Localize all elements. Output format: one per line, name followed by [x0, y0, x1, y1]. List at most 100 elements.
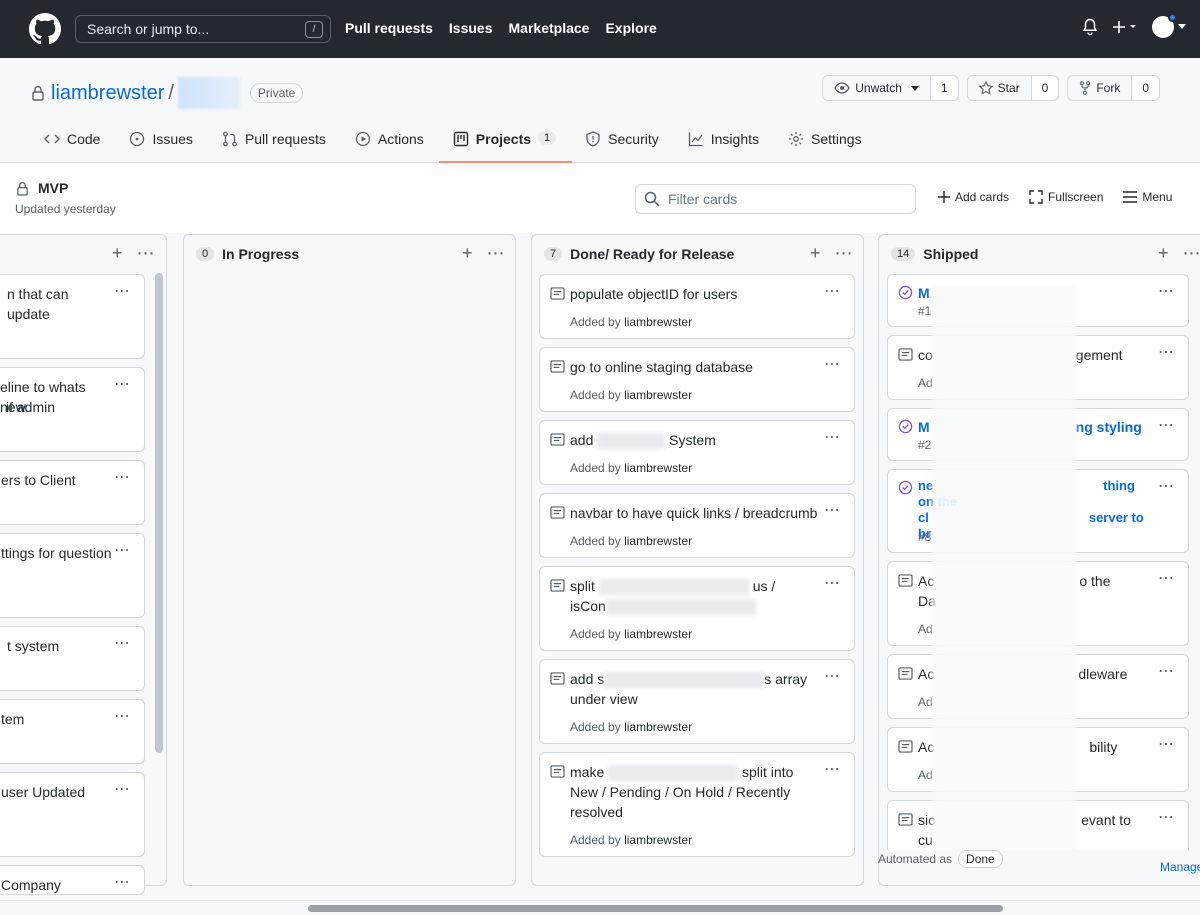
more-icon[interactable]: ⋯ [835, 244, 853, 262]
nav-marketplace[interactable]: Marketplace [509, 20, 590, 36]
card-added-by: Ad [918, 622, 933, 636]
global-search-input[interactable]: Search or jump to... / [75, 15, 331, 43]
more-icon[interactable]: ⋯ [114, 281, 130, 301]
card[interactable]: eline to whats new if admin ⋯ [0, 367, 145, 452]
more-icon[interactable]: ⋯ [824, 354, 840, 374]
more-icon[interactable]: ⋯ [114, 540, 130, 560]
repo-owner-link[interactable]: liambrewster [51, 82, 164, 105]
more-icon[interactable]: ⋯ [824, 759, 840, 779]
repo-tabs: Code Issues Pull requests Actions Projec… [44, 126, 891, 163]
added-by-user[interactable]: liambrewster [624, 388, 692, 402]
added-by-user[interactable]: liambrewster [624, 315, 692, 329]
more-icon[interactable]: ⋯ [1158, 661, 1174, 681]
card-added-by: Added by liambrewster [570, 388, 692, 402]
nav-pull-requests[interactable]: Pull requests [345, 20, 433, 36]
tab-settings[interactable]: Settings [788, 126, 877, 163]
fork-count[interactable]: 0 [1131, 76, 1159, 100]
more-icon[interactable]: ⋯ [1158, 734, 1174, 754]
more-icon[interactable]: ⋯ [114, 779, 130, 799]
plus-dropdown-icon[interactable] [1112, 19, 1138, 35]
card[interactable]: navbar to have quick links / breadcrumb … [539, 493, 855, 558]
add-card-icon[interactable]: + [462, 244, 473, 262]
nav-explore[interactable]: Explore [605, 20, 656, 36]
more-icon[interactable]: ⋯ [824, 427, 840, 447]
card[interactable]: split us / isCon Added by liambrewster ⋯ [539, 566, 855, 651]
nav-issues[interactable]: Issues [449, 20, 493, 36]
fullscreen-button[interactable]: Fullscreen [1029, 190, 1103, 204]
watch-count[interactable]: 1 [929, 76, 958, 100]
more-icon[interactable]: ⋯ [114, 467, 130, 487]
card[interactable]: user Updated ⋯ [0, 772, 145, 857]
card[interactable]: add s s array under view Added by liambrew… [539, 659, 855, 744]
tab-actions[interactable]: Actions [355, 126, 439, 163]
tab-issues[interactable]: Issues [129, 126, 207, 163]
card[interactable]: populate objectID for users Added by lia… [539, 274, 855, 339]
tab-insights[interactable]: Insights [688, 126, 774, 163]
card-text-c: cu [918, 832, 933, 848]
more-icon[interactable]: ⋯ [1158, 415, 1174, 435]
more-icon[interactable]: ⋯ [824, 500, 840, 520]
unwatch-button[interactable]: Unwatch [823, 76, 930, 100]
card[interactable]: Company ⋯ [0, 865, 145, 895]
column-count: 0 [196, 247, 215, 261]
more-icon[interactable]: ⋯ [1158, 807, 1174, 827]
more-icon[interactable]: ⋯ [824, 281, 840, 301]
more-icon[interactable]: ⋯ [824, 666, 840, 686]
more-icon[interactable]: ⋯ [137, 244, 155, 262]
more-icon[interactable]: ⋯ [1158, 568, 1174, 588]
manage-automation-link[interactable]: Manage [1160, 860, 1200, 874]
added-by-user[interactable]: liambrewster [624, 627, 692, 641]
added-by-user[interactable]: liambrewster [624, 720, 692, 734]
card[interactable]: n that can update ⋯ [0, 274, 145, 359]
add-card-icon[interactable]: + [810, 244, 821, 262]
more-icon[interactable]: ⋯ [1158, 281, 1174, 301]
more-icon[interactable]: ⋯ [114, 872, 130, 892]
tab-label: Actions [377, 131, 424, 147]
column-controls: + ⋯ [810, 244, 853, 262]
avatar-menu[interactable] [1152, 13, 1186, 38]
added-by-user[interactable]: liambrewster [624, 461, 692, 475]
github-logo-icon[interactable] [29, 13, 61, 45]
star-button[interactable]: Star [968, 76, 1031, 100]
repo-header: liambrewster / Private Unwatch 1 Star 0 … [0, 58, 1200, 163]
tab-pull-requests[interactable]: Pull requests [222, 126, 341, 163]
tab-projects[interactable]: Projects 1 [438, 126, 573, 163]
repo-name-link[interactable] [177, 77, 240, 109]
plus-icon [938, 191, 950, 203]
card[interactable]: add System Added by liambrewster ⋯ [539, 420, 855, 485]
add-card-icon[interactable]: + [112, 244, 123, 262]
star-count[interactable]: 0 [1030, 76, 1059, 100]
more-icon[interactable]: ⋯ [824, 573, 840, 593]
more-icon[interactable]: ⋯ [114, 633, 130, 653]
bell-icon[interactable] [1082, 18, 1098, 36]
card-text-b: evant to [1081, 812, 1131, 828]
add-card-icon[interactable]: + [1158, 244, 1169, 262]
card[interactable]: ers to Client ⋯ [0, 460, 145, 525]
project-icon [453, 131, 468, 147]
more-icon[interactable]: ⋯ [114, 706, 130, 726]
more-icon[interactable]: ⋯ [1183, 244, 1200, 262]
fork-button[interactable]: Fork [1068, 76, 1131, 100]
card[interactable]: ttings for question ⋯ [0, 533, 145, 618]
menu-button[interactable]: Menu [1123, 190, 1172, 204]
card-text: n that can update [7, 286, 69, 322]
add-cards-button[interactable]: Add cards [938, 190, 1009, 204]
horizontal-scrollbar[interactable] [308, 905, 1003, 912]
automation-badge[interactable]: Done [958, 850, 1003, 868]
tab-security[interactable]: Security [585, 126, 674, 163]
card[interactable]: go to online staging database Added by l… [539, 347, 855, 412]
column-scrollbar[interactable] [155, 273, 163, 753]
more-icon[interactable]: ⋯ [487, 244, 505, 262]
more-icon[interactable]: ⋯ [1158, 476, 1174, 496]
tab-code[interactable]: Code [44, 126, 115, 163]
card[interactable]: t system ⋯ [0, 626, 145, 691]
card-text-b: us / [752, 578, 776, 594]
card[interactable]: make split into New / Pending / On Hold /… [539, 752, 855, 857]
filter-cards-input[interactable]: Filter cards [635, 184, 916, 214]
added-by-user[interactable]: liambrewster [624, 833, 692, 847]
fullscreen-label: Fullscreen [1048, 190, 1104, 204]
card[interactable]: tem ⋯ [0, 699, 145, 764]
added-by-user[interactable]: liambrewster [624, 534, 692, 548]
more-icon[interactable]: ⋯ [114, 374, 130, 394]
more-icon[interactable]: ⋯ [1158, 342, 1174, 362]
